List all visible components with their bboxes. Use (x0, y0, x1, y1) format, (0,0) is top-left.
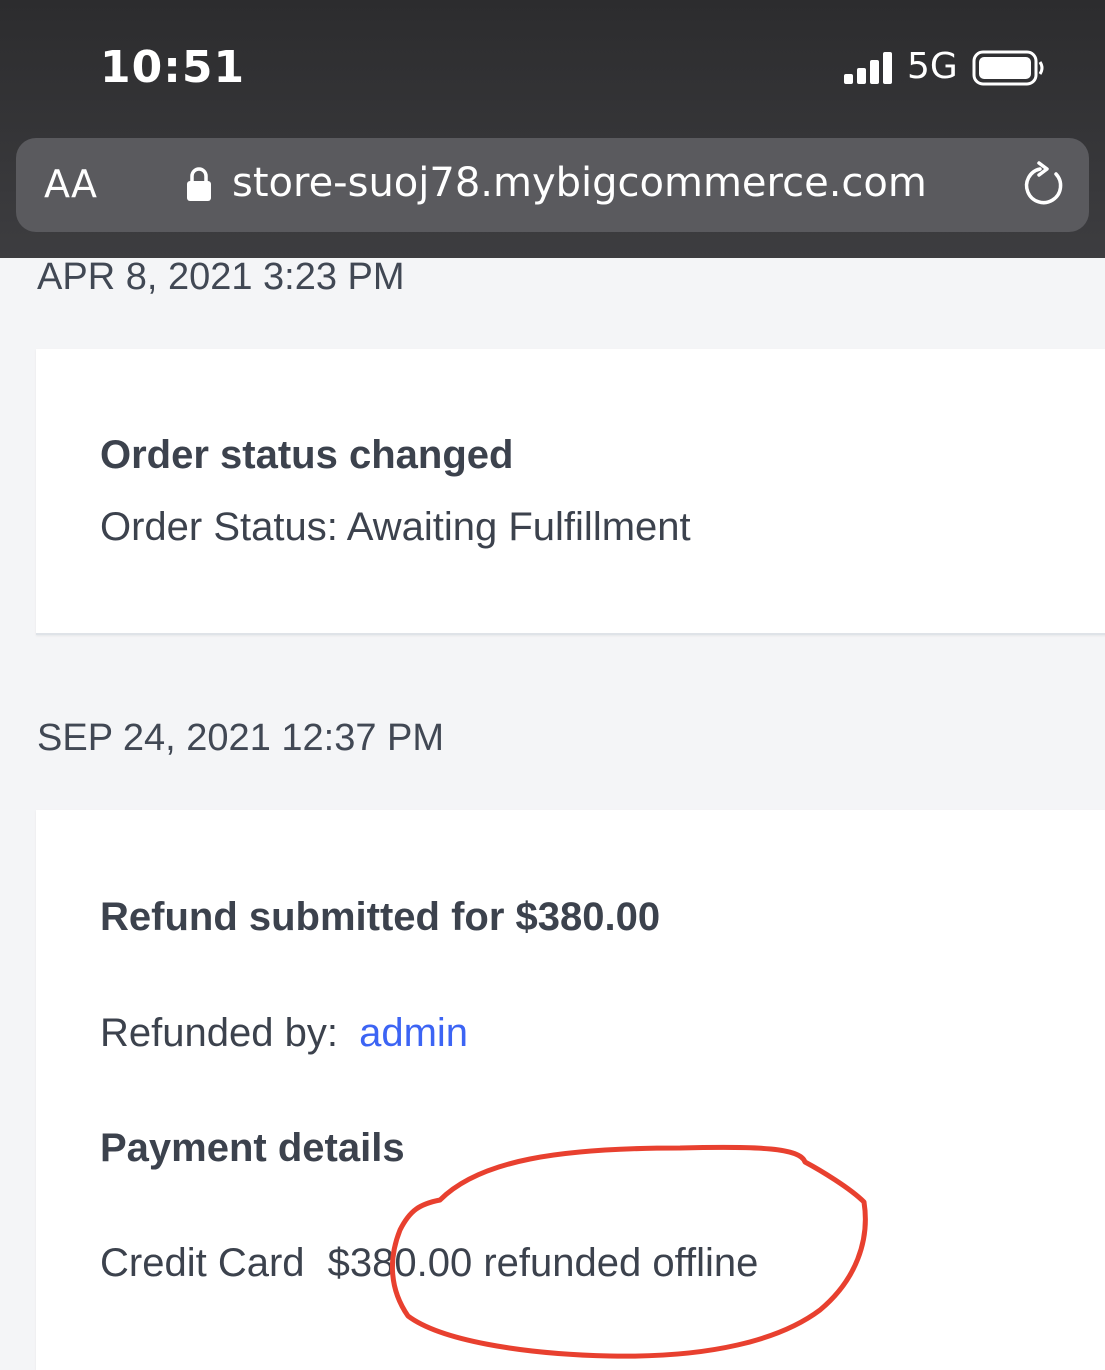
timeline-date: SEP 24, 2021 12:37 PM (37, 717, 445, 759)
cellular-signal-icon (844, 52, 892, 84)
reload-icon[interactable] (1020, 160, 1070, 210)
refunded-by-user-link[interactable]: admin (359, 1011, 468, 1055)
refunded-by-row: Refunded by: admin (100, 1011, 468, 1056)
url-text[interactable]: store-suoj78.mybigcommerce.com (232, 160, 927, 206)
payment-details-heading: Payment details (100, 1126, 405, 1170)
order-status-detail: Order Status: Awaiting Fulfillment (100, 505, 691, 549)
lock-icon (187, 167, 211, 201)
text-size-button[interactable]: AA (44, 162, 97, 206)
battery-icon (972, 50, 1044, 86)
refunded-by-label: Refunded by: (100, 1011, 338, 1055)
text-size-label: AA (44, 162, 98, 206)
network-type: 5G (907, 46, 958, 87)
hand-drawn-circle-annotation (389, 1144, 868, 1359)
event-title: Order status changed (100, 433, 514, 477)
payment-method: Credit Card (100, 1241, 305, 1285)
timeline-card-order-status: Order status changed Order Status: Await… (36, 349, 1105, 635)
timeline-date: APR 8, 2021 3:23 PM (37, 256, 405, 298)
refund-title: Refund submitted for $380.00 (100, 895, 661, 939)
status-time: 10:51 (100, 42, 246, 93)
